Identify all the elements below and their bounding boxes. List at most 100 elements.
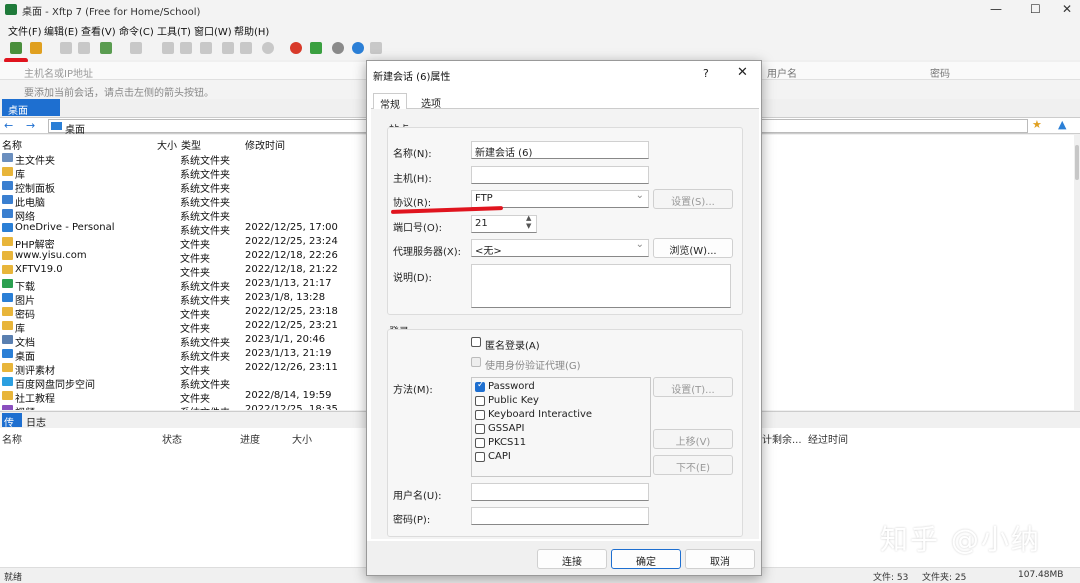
up-folder-icon[interactable]: ▲ xyxy=(1058,118,1066,131)
cancel-button[interactable]: 取消 xyxy=(685,549,755,569)
ok-button[interactable]: 确定 xyxy=(611,549,681,569)
file-row[interactable]: 库文件夹 2022/12/25, 23:21 xyxy=(0,319,366,335)
method-checkbox[interactable] xyxy=(475,380,485,392)
name-field[interactable]: 新建会话 (6) xyxy=(471,141,649,159)
file-row[interactable]: 控制面板 系统文件夹 xyxy=(0,179,366,195)
transfer-col-status[interactable]: 状态 xyxy=(162,431,182,446)
file-row[interactable]: 文档 系统文件夹 2023/1/1, 20:46 xyxy=(0,333,366,349)
sync-icon[interactable] xyxy=(200,42,212,54)
file-row[interactable]: 百度网盘同步空间 系统文件夹 xyxy=(0,375,366,391)
dialog-help-button[interactable]: ? xyxy=(703,67,709,80)
search-icon[interactable] xyxy=(222,42,234,54)
host-field[interactable] xyxy=(471,166,649,184)
menu-tools[interactable]: 工具(T) xyxy=(157,23,191,38)
tab-options[interactable]: 选项 xyxy=(415,93,447,110)
column-type[interactable]: 类型 xyxy=(181,137,201,152)
new-session-icon[interactable] xyxy=(10,42,22,54)
minimize-button[interactable]: — xyxy=(990,2,1002,16)
anonymous-login-checkbox[interactable] xyxy=(471,337,481,347)
file-row[interactable]: 主文件夹 系统文件夹 xyxy=(0,151,366,167)
move-up-button[interactable]: 上移(V) xyxy=(653,429,733,449)
method-checkbox[interactable] xyxy=(475,438,485,448)
menu-window[interactable]: 窗口(W) xyxy=(194,23,232,38)
column-name[interactable]: 名称 xyxy=(2,137,22,152)
transfer-col-progress[interactable]: 进度 xyxy=(240,431,260,446)
tab-desktop[interactable]: 桌面 xyxy=(2,99,60,117)
transfer-col-name[interactable]: 名称 xyxy=(2,431,22,446)
file-row[interactable]: PHP解密 文件夹 2022/12/25, 23:24 xyxy=(0,235,366,251)
file-row[interactable]: 图片 系统文件夹 2023/1/8, 13:28 xyxy=(0,291,366,307)
connect-icon[interactable] xyxy=(60,42,72,54)
transfer-col-elapsed[interactable]: 经过时间 xyxy=(808,431,848,446)
gear-icon[interactable] xyxy=(332,42,344,54)
open-folder-icon[interactable] xyxy=(30,42,42,54)
copy-icon[interactable] xyxy=(162,42,174,54)
method-settings-button[interactable]: 设置(T)... xyxy=(653,377,733,397)
folder-icon xyxy=(2,391,13,400)
file-row[interactable]: 桌面 系统文件夹 2023/1/13, 21:19 xyxy=(0,347,366,363)
menu-help[interactable]: 帮助(H) xyxy=(234,23,269,38)
column-size[interactable]: 大小 xyxy=(157,137,177,152)
proxy-select[interactable]: <无> xyxy=(471,239,649,257)
username-field[interactable] xyxy=(471,483,649,501)
file-row[interactable]: 下载 系统文件夹 2023/1/13, 21:17 xyxy=(0,277,366,293)
xmanager-icon[interactable] xyxy=(310,42,322,54)
file-row[interactable]: 库系统文件夹 xyxy=(0,165,366,181)
filter-icon[interactable] xyxy=(240,42,252,54)
chat-icon[interactable] xyxy=(370,42,382,54)
view-icon[interactable] xyxy=(130,42,142,54)
vertical-scrollbar[interactable] xyxy=(1074,135,1080,410)
disconnect-icon[interactable] xyxy=(78,42,90,54)
tab-transfer[interactable]: 传输 xyxy=(2,413,22,444)
maximize-button[interactable]: ☐ xyxy=(1030,2,1041,16)
description-field[interactable] xyxy=(471,264,731,308)
connect-button[interactable]: 连接 xyxy=(537,549,607,569)
port-spinner-icon[interactable]: ▲ ▼ xyxy=(526,214,531,230)
file-row[interactable]: www.yisu.com 文件夹 2022/12/18, 22:26 xyxy=(0,249,366,265)
transfer-col-size[interactable]: 大小 xyxy=(292,431,312,446)
transfer-icon[interactable] xyxy=(100,42,112,54)
name-label: 名称(N): xyxy=(393,149,432,160)
tab-general[interactable]: 常规 xyxy=(373,93,407,111)
menu-file[interactable]: 文件(F) xyxy=(8,23,42,38)
watermark: 知乎 @小纳 xyxy=(880,523,1041,556)
back-arrow-icon[interactable]: ← xyxy=(4,119,13,132)
file-row[interactable]: OneDrive - Personal 系统文件夹 2022/12/25, 17:0… xyxy=(0,221,366,237)
method-checkbox[interactable] xyxy=(475,452,485,462)
xshell-icon[interactable] xyxy=(290,42,302,54)
username-input[interactable]: 用户名 xyxy=(767,65,797,80)
file-row[interactable]: 社工教程 文件夹 2022/8/14, 19:59 xyxy=(0,389,366,405)
menu-edit[interactable]: 编辑(E) xyxy=(44,23,78,38)
browse-button[interactable]: 浏览(W)... xyxy=(653,238,733,258)
transfer-col-remaining[interactable]: 计剩余... xyxy=(762,431,802,446)
file-row[interactable]: 网络 系统文件夹 xyxy=(0,207,366,223)
file-row[interactable]: 此电脑 系统文件夹 xyxy=(0,193,366,209)
protocol-settings-button[interactable]: 设置(S)... xyxy=(653,189,733,209)
file-row[interactable]: 视频 系统文件夹 2022/12/25, 18:35 xyxy=(0,403,366,410)
help-icon[interactable] xyxy=(352,42,364,54)
method-checkbox[interactable] xyxy=(475,396,485,406)
column-mtime[interactable]: 修改时间 xyxy=(245,137,285,152)
globe-icon[interactable] xyxy=(262,42,274,54)
auth-agent-checkbox[interactable] xyxy=(471,357,481,367)
forward-arrow-icon[interactable]: → xyxy=(26,119,35,132)
method-checkbox[interactable] xyxy=(475,410,485,420)
folder-icon xyxy=(2,265,13,274)
paste-icon[interactable] xyxy=(180,42,192,54)
file-date: 2022/12/25, 23:18 xyxy=(245,306,338,317)
star-icon[interactable]: ★ xyxy=(1032,118,1042,131)
password-field[interactable] xyxy=(471,507,649,525)
close-button[interactable]: ✕ xyxy=(1062,2,1072,16)
dialog-close-button[interactable]: ✕ xyxy=(737,65,748,80)
move-down-button[interactable]: 下不(E) xyxy=(653,455,733,475)
file-row[interactable]: XFTV19.0 文件夹 2022/12/18, 21:22 xyxy=(0,263,366,279)
host-input[interactable]: 主机名或IP地址 xyxy=(24,65,93,80)
menu-command[interactable]: 命令(C) xyxy=(119,23,154,38)
file-row[interactable]: 密码 文件夹 2022/12/25, 23:18 xyxy=(0,305,366,321)
menu-view[interactable]: 查看(V) xyxy=(81,23,116,38)
password-input[interactable]: 密码 xyxy=(930,65,950,80)
tab-log[interactable]: 日志 xyxy=(26,414,46,429)
file-row[interactable]: 测评素材 文件夹 2022/12/26, 23:11 xyxy=(0,361,366,377)
scroll-thumb[interactable] xyxy=(1075,145,1079,180)
method-checkbox[interactable] xyxy=(475,424,485,434)
